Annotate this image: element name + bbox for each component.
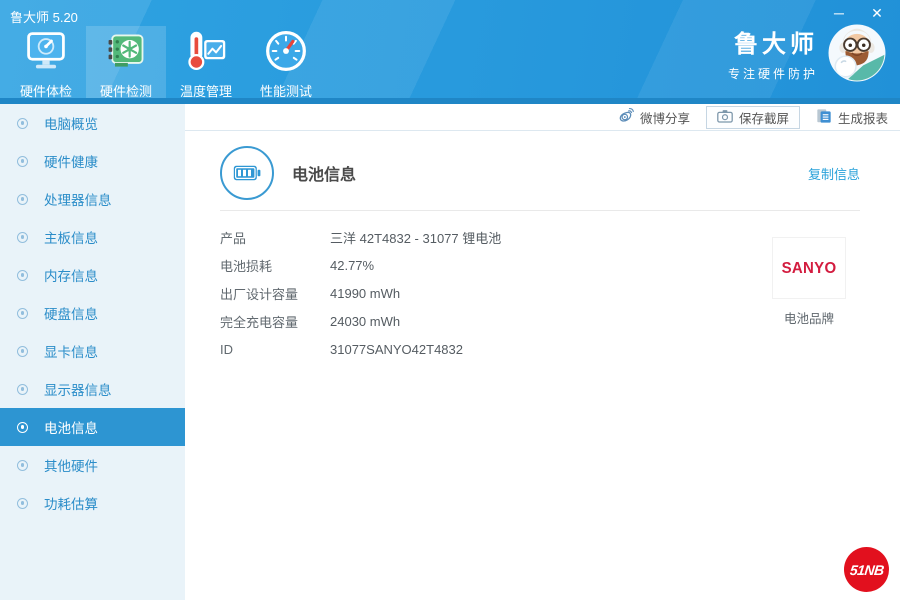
- brand-caption: 电池品牌: [783, 312, 834, 326]
- sidebar-item-memory-info[interactable]: 内存信息: [0, 256, 185, 294]
- monitor-radar-icon: [24, 29, 68, 78]
- sanyo-logo: SANYO: [772, 237, 846, 299]
- window-controls: ─ ✕: [828, 3, 888, 23]
- 51nb-watermark-logo: 51NB: [844, 547, 889, 592]
- radio-dot-icon: [17, 269, 28, 281]
- content-header: 电池信息 复制信息: [220, 146, 860, 200]
- brand-area: 鲁大师 专注硬件防护: [728, 24, 886, 82]
- main-panel: 微博分享 保存截屏 生成报表 电池信息 复制信息 产品 三洋 42T4832 -…: [185, 104, 900, 600]
- content-area: 电池信息 复制信息 产品 三洋 42T4832 - 31077 锂电池 电池损耗…: [185, 146, 900, 363]
- thermometer-chart-icon: [184, 29, 228, 78]
- tab-hardware-detect[interactable]: 硬件检测: [86, 26, 166, 99]
- radio-dot-icon: [17, 155, 28, 167]
- divider: [220, 210, 860, 211]
- sidebar-item-motherboard-info[interactable]: 主板信息: [0, 218, 185, 256]
- radio-dot-icon: [17, 345, 28, 357]
- sidebar-item-hardware-health[interactable]: 硬件健康: [0, 142, 185, 180]
- weibo-share-button[interactable]: 微博分享: [617, 107, 690, 127]
- table-row: 出厂设计容量 41990 mWh: [220, 285, 401, 302]
- table-row: ID 31077SANYO42T4832: [220, 341, 463, 357]
- table-row: 电池损耗 42.77%: [220, 257, 375, 274]
- tab-hardware-checkup[interactable]: 硬件体检: [6, 26, 86, 99]
- speedometer-icon: [264, 29, 308, 78]
- radio-dot-icon: [17, 459, 28, 471]
- battery-icon: [220, 146, 274, 200]
- sidebar-item-power-estimate[interactable]: 功耗估算: [0, 484, 185, 522]
- table-row: 完全充电容量 24030 mWh: [220, 313, 401, 330]
- mascot-avatar: [828, 24, 886, 82]
- minimize-button[interactable]: ─: [828, 3, 850, 23]
- app-body: 电脑概览 硬件健康 处理器信息 主板信息 内存信息 硬盘信息 显卡信息 显示器信…: [0, 104, 900, 600]
- tab-temperature[interactable]: 温度管理: [166, 26, 246, 99]
- radio-dot-icon: [17, 421, 28, 433]
- sidebar-item-computer-overview[interactable]: 电脑概览: [0, 104, 185, 142]
- battery-info-table: 产品 三洋 42T4832 - 31077 锂电池 电池损耗 42.77% 出厂…: [220, 223, 860, 363]
- weibo-icon: [617, 107, 634, 127]
- radio-dot-icon: [17, 497, 28, 509]
- battery-brand-block: SANYO 电池品牌: [772, 237, 846, 327]
- report-document-icon: [816, 108, 832, 127]
- table-row: 产品 三洋 42T4832 - 31077 锂电池: [220, 230, 502, 246]
- radio-dot-icon: [17, 117, 28, 129]
- sidebar-item-battery-info[interactable]: 电池信息: [0, 408, 185, 446]
- camera-icon: [717, 109, 733, 126]
- app-title: 鲁大师 5.20: [10, 10, 78, 25]
- generate-report-button[interactable]: 生成报表: [816, 108, 888, 127]
- brand-name: 鲁大师: [734, 31, 818, 58]
- header: 鲁大师 5.20 ─ ✕ 硬件体检 硬件检测 温度管理 性能测试 鲁大师 专注硬…: [0, 0, 900, 104]
- copy-info-link[interactable]: 复制信息: [808, 164, 860, 183]
- page-title: 电池信息: [292, 167, 357, 184]
- radio-dot-icon: [17, 193, 28, 205]
- action-toolbar: 微博分享 保存截屏 生成报表: [185, 104, 900, 131]
- sidebar-item-cpu-info[interactable]: 处理器信息: [0, 180, 185, 218]
- sidebar-item-other-hardware[interactable]: 其他硬件: [0, 446, 185, 484]
- sidebar-item-monitor-info[interactable]: 显示器信息: [0, 370, 185, 408]
- radio-dot-icon: [17, 231, 28, 243]
- sidebar-item-gpu-info[interactable]: 显卡信息: [0, 332, 185, 370]
- sidebar-item-disk-info[interactable]: 硬盘信息: [0, 294, 185, 332]
- save-screenshot-button[interactable]: 保存截屏: [705, 105, 800, 129]
- gpu-card-icon: [104, 29, 148, 78]
- main-nav-tabs: 硬件体检 硬件检测 温度管理 性能测试: [6, 26, 326, 99]
- tab-performance[interactable]: 性能测试: [246, 26, 326, 99]
- sidebar: 电脑概览 硬件健康 处理器信息 主板信息 内存信息 硬盘信息 显卡信息 显示器信…: [0, 104, 185, 600]
- app-window: 鲁大师 5.20 ─ ✕ 硬件体检 硬件检测 温度管理 性能测试 鲁大师 专注硬…: [0, 0, 900, 600]
- brand-slogan: 专注硬件防护: [727, 67, 818, 81]
- radio-dot-icon: [17, 383, 28, 395]
- close-button[interactable]: ✕: [866, 3, 888, 23]
- radio-dot-icon: [17, 307, 28, 319]
